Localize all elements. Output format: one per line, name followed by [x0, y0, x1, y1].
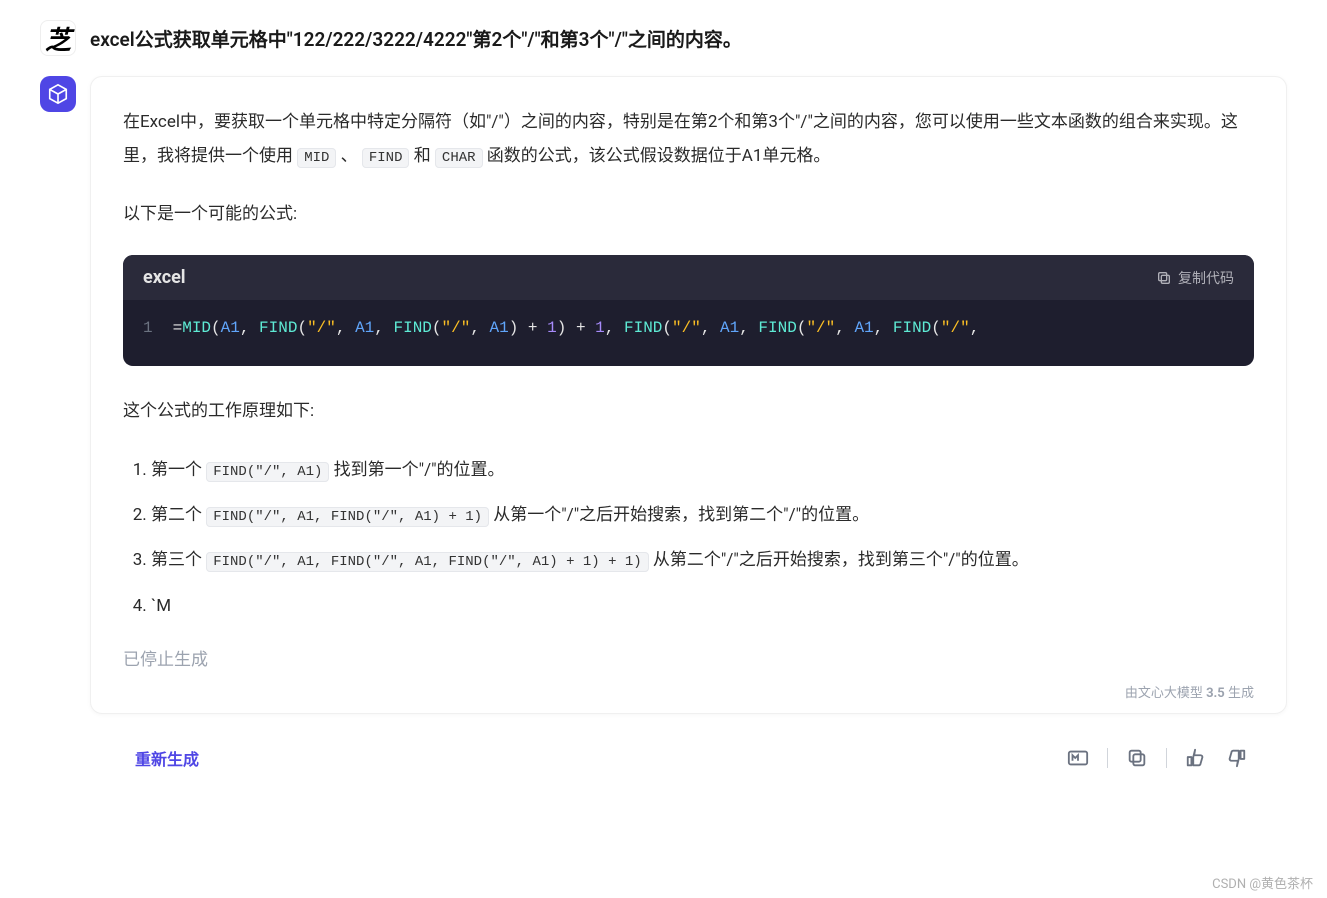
code-language-label: excel — [143, 267, 186, 288]
step-code: FIND("/", A1, FIND("/", A1, FIND("/", A1… — [206, 552, 648, 572]
copy-code-button[interactable]: 复制代码 — [1156, 268, 1234, 288]
action-bar: 重新生成 — [40, 734, 1287, 774]
stopped-status: 已停止生成 — [123, 645, 1254, 670]
regenerate-button[interactable]: 重新生成 — [135, 746, 199, 770]
user-avatar: 芝 — [40, 20, 76, 56]
code-block: excel 复制代码 1=MID(A1, FIND("/", A1, FIND(… — [123, 255, 1254, 366]
copy-icon — [1156, 270, 1172, 286]
step-code: FIND("/", A1, FIND("/", A1) + 1) — [206, 507, 489, 527]
cube-icon — [47, 83, 69, 105]
explanation-title: 这个公式的工作原理如下: — [123, 394, 1254, 428]
list-item: `M — [151, 588, 1254, 625]
watermark: CSDN @黄色茶杯 — [1212, 873, 1313, 892]
inline-code-char: CHAR — [435, 148, 483, 168]
code-header: excel 复制代码 — [123, 255, 1254, 300]
inline-code-mid: MID — [297, 148, 336, 168]
thumbs-down-icon — [1225, 747, 1247, 769]
markdown-icon — [1067, 747, 1089, 769]
thumbs-down-button[interactable] — [1225, 747, 1247, 769]
user-message-row: 芝 excel公式获取单元格中"122/222/3222/4222"第2个"/"… — [40, 20, 1287, 56]
code-body[interactable]: 1=MID(A1, FIND("/", A1, FIND("/", A1) + … — [123, 300, 1254, 366]
copy-label: 复制代码 — [1178, 268, 1234, 288]
divider — [1166, 748, 1167, 768]
list-item: 第一个 FIND("/", A1) 找到第一个"/"的位置。 — [151, 452, 1254, 489]
bot-avatar — [40, 76, 76, 112]
user-question: excel公式获取单元格中"122/222/3222/4222"第2个"/"和第… — [90, 20, 742, 56]
copy-response-button[interactable] — [1126, 747, 1148, 769]
copy-icon — [1126, 747, 1148, 769]
divider — [1107, 748, 1108, 768]
formula-intro: 以下是一个可能的公式: — [123, 197, 1254, 231]
list-item: 第三个 FIND("/", A1, FIND("/", A1, FIND("/"… — [151, 542, 1254, 579]
list-item: 第二个 FIND("/", A1, FIND("/", A1) + 1) 从第一… — [151, 497, 1254, 534]
response-card: 在Excel中，要获取一个单元格中特定分隔符（如"/"）之间的内容，特别是在第2… — [90, 76, 1287, 714]
thumbs-up-button[interactable] — [1185, 747, 1207, 769]
thumbs-up-icon — [1185, 747, 1207, 769]
line-number: 1 — [143, 319, 153, 337]
generated-by-note: 由文心大模型 3.5 生成 — [123, 682, 1254, 701]
markdown-button[interactable] — [1067, 747, 1089, 769]
steps-list: 第一个 FIND("/", A1) 找到第一个"/"的位置。 第二个 FIND(… — [123, 452, 1254, 626]
bot-message-row: 在Excel中，要获取一个单元格中特定分隔符（如"/"）之间的内容，特别是在第2… — [40, 76, 1287, 714]
action-icons — [1067, 747, 1247, 769]
step-code: FIND("/", A1) — [206, 462, 329, 482]
inline-code-find: FIND — [362, 148, 410, 168]
intro-paragraph: 在Excel中，要获取一个单元格中特定分隔符（如"/"）之间的内容，特别是在第2… — [123, 105, 1254, 173]
